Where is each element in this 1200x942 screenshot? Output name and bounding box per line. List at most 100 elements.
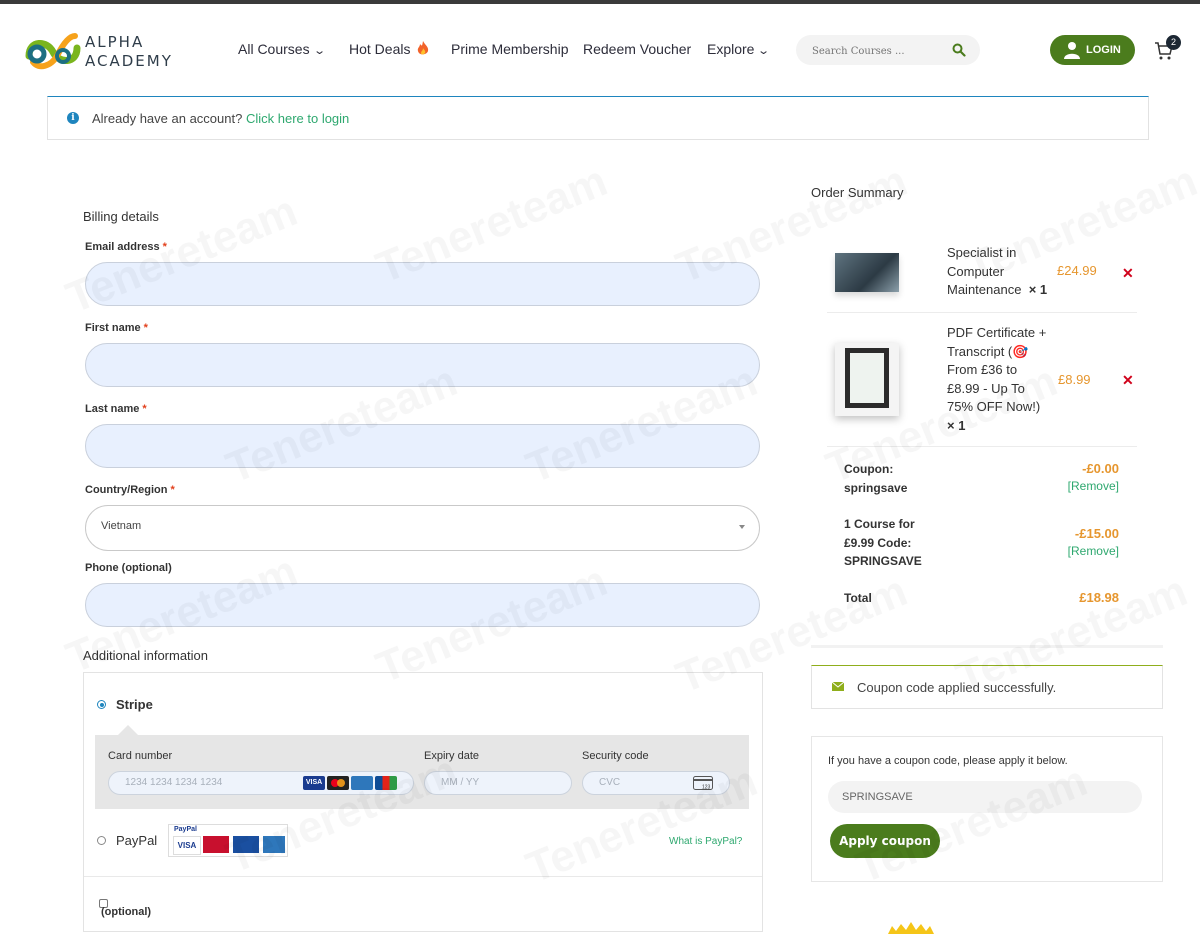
nav-hot-deals[interactable]: Hot Deals (349, 41, 429, 57)
billing-details-title: Billing details (83, 209, 159, 224)
course-thumbnail-image (835, 253, 899, 292)
nav-all-courses-label: All Courses (238, 41, 310, 57)
deal-label: 1 Course for £9.99 Code: SPRINGSAVE (844, 515, 922, 571)
order-item-1-qty: × 1 (1028, 282, 1048, 297)
nav-explore-label: Explore (707, 41, 755, 57)
coupon-label-line: springsave (844, 480, 908, 495)
coupon-hint: If you have a coupon code, please apply … (828, 755, 1068, 767)
card-number-placeholder: 1234 1234 1234 1234 (125, 777, 223, 788)
badge-seal-icon (886, 922, 936, 942)
order-item-1-name: Specialist in Computer Maintenance × 1 (947, 244, 1047, 300)
order-item-1-name-line-text: Maintenance (947, 282, 1022, 297)
jcb-icon (375, 776, 397, 790)
apply-coupon-button[interactable]: Apply coupon (830, 824, 940, 858)
visa-icon: VISA (303, 776, 325, 790)
amex-icon (351, 776, 373, 790)
search-bar (796, 35, 980, 67)
order-item-1-name-line: Specialist in (947, 245, 1017, 260)
additional-info-title: Additional information (83, 648, 209, 663)
nav-prime-membership[interactable]: Prime Membership (451, 41, 568, 57)
search-icon[interactable] (952, 43, 966, 57)
mastercard-icon (327, 776, 349, 790)
divider (827, 446, 1137, 447)
country-label-text: Country/Region (85, 484, 168, 496)
remove-deal-link[interactable]: [Remove] (1040, 544, 1119, 558)
country-label: Country/Region * (85, 484, 175, 496)
paypal-radio[interactable] (97, 836, 106, 845)
cvc-card-icon: 123 (693, 776, 713, 790)
envelope-icon (832, 682, 844, 691)
paypal-label[interactable]: PayPal (116, 833, 157, 848)
required-mark: * (170, 484, 175, 496)
order-item-2-name-line: PDF Certificate + (947, 325, 1047, 340)
first-name-field[interactable] (85, 343, 760, 387)
required-mark: * (142, 403, 147, 415)
coupon-code-input[interactable]: SPRINGSAVE (828, 781, 1142, 813)
login-link[interactable]: Click here to login (246, 111, 349, 126)
coupon-form: If you have a coupon code, please apply … (811, 736, 1163, 882)
remove-coupon-link[interactable]: [Remove] (1040, 479, 1119, 493)
security-code-input[interactable]: CVC 123 (582, 771, 730, 795)
mastercard-icon (203, 836, 229, 853)
expiry-label: Expiry date (424, 750, 480, 762)
card-number-input[interactable]: 1234 1234 1234 1234 VISA (108, 771, 414, 795)
certificate-frame (845, 348, 889, 408)
login-notice: i Already have an account? Click here to… (47, 96, 1149, 140)
nav-hot-deals-label: Hot Deals (349, 41, 411, 57)
first-name-label: First name * (85, 322, 148, 334)
amex-icon (263, 836, 285, 853)
expiry-input[interactable]: MM / YY (424, 771, 572, 795)
coupon-discount-value: -£0.00 (1082, 461, 1119, 476)
order-item-1-price: £24.99 (1057, 263, 1097, 278)
what-is-paypal-link[interactable]: What is PayPal? (669, 836, 742, 847)
order-item-2-price: £8.99 (1058, 372, 1091, 387)
order-item-2-qty: × 1 (947, 417, 1046, 436)
login-label: LOGIN (1086, 44, 1121, 56)
remove-item-1-button[interactable]: ✕ (1122, 265, 1134, 282)
security-code-placeholder: CVC (599, 777, 621, 788)
last-name-label: Last name * (85, 403, 147, 415)
logo-line-1: ALPHA (85, 33, 145, 51)
order-item-2-qty-text: × 1 (947, 417, 966, 433)
stripe-panel-notch (118, 725, 138, 735)
cart-count-badge: 2 (1166, 35, 1181, 50)
cart-button[interactable]: 2 (1154, 35, 1184, 64)
info-icon: i (67, 112, 79, 124)
email-field[interactable] (85, 262, 760, 306)
nav-explore[interactable]: Explore ⌄ (707, 41, 771, 57)
alpha-academy-logo[interactable]: ALPHA ACADEMY (23, 26, 173, 76)
certificate-paper (850, 353, 884, 403)
optional-label: (optional) (101, 906, 152, 918)
order-summary-title: Order Summary (811, 185, 904, 200)
coupon-label-line: Coupon: (844, 462, 894, 476)
stripe-label[interactable]: Stripe (116, 697, 153, 712)
security-code-label: Security code (582, 750, 649, 762)
country-select[interactable]: Vietnam (85, 505, 760, 551)
logo-line-2: ACADEMY (85, 52, 173, 70)
top-border (0, 0, 1200, 4)
phone-field[interactable] (85, 583, 760, 627)
coupon-label: Coupon: springsave (844, 460, 907, 497)
login-button[interactable]: LOGIN (1050, 35, 1135, 65)
svg-text:123: 123 (702, 785, 711, 791)
coupon-success-message: Coupon code applied successfully. (811, 665, 1163, 709)
required-mark: * (162, 241, 167, 253)
nav-redeem-voucher[interactable]: Redeem Voucher (583, 41, 691, 57)
card-brand-logos: VISA (301, 776, 397, 790)
visa-icon: VISA (173, 836, 201, 855)
order-item-2-name-line: From £36 to (947, 362, 1018, 377)
last-name-field[interactable] (85, 424, 760, 468)
coupon-code-value: SPRINGSAVE (842, 791, 913, 803)
nav-all-courses[interactable]: All Courses ⌄ (238, 41, 326, 57)
order-item-2-name-line: £8.99 - Up To (947, 380, 1025, 396)
deal-label-line: 1 Course for (844, 517, 915, 531)
first-name-label-text: First name (85, 322, 141, 334)
total-value: £18.98 (1079, 590, 1119, 605)
divider (811, 645, 1163, 648)
search-input[interactable] (810, 35, 954, 67)
paypal-logo-icon: PayPal (174, 826, 197, 833)
stripe-radio[interactable] (97, 700, 106, 709)
email-label: Email address * (85, 241, 167, 253)
remove-item-2-button[interactable]: ✕ (1122, 372, 1134, 389)
card-number-label: Card number (108, 750, 173, 762)
